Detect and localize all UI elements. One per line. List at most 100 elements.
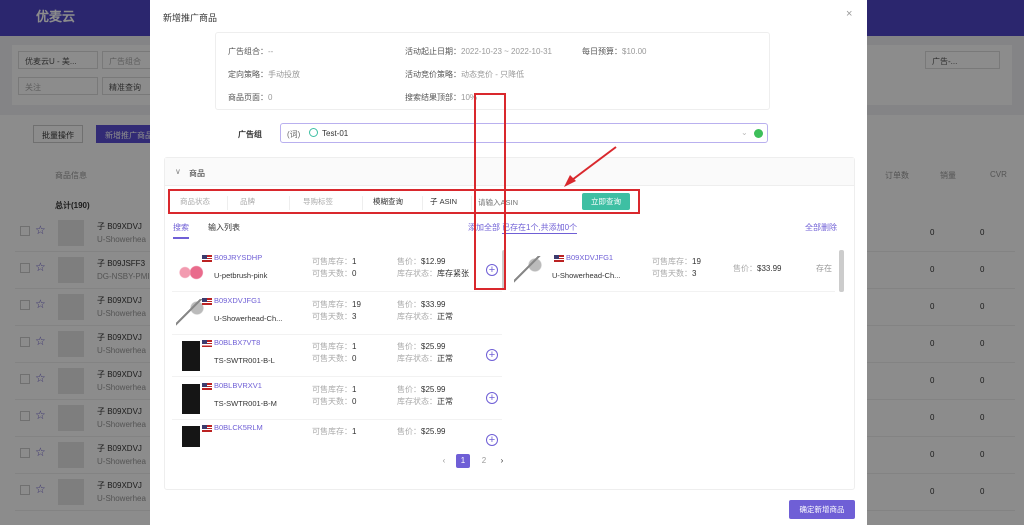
confirm-add-button[interactable]: 确定新增商品 xyxy=(789,500,855,519)
delete-all-link[interactable]: 全部删除 xyxy=(805,222,837,233)
price-label: 售价： xyxy=(397,384,421,394)
section-title: 商品 xyxy=(189,169,205,178)
product-row: B0BLBX7VT8 TS-SWTR001-B-L 可售库存：1 可售天数：0 售价：$… xyxy=(172,335,502,377)
scrollbar[interactable] xyxy=(839,250,844,292)
add-product-icon[interactable]: + xyxy=(486,434,498,446)
ad-group-label: 广告组 xyxy=(238,130,262,139)
asin-link[interactable]: B09XDVJFG1 xyxy=(214,296,261,305)
price-value: $25.99 xyxy=(421,427,446,436)
stock-value: 19 xyxy=(352,299,361,309)
sku: TS-SWTR001-B-L xyxy=(214,356,275,365)
days-label: 可售天数： xyxy=(312,269,352,278)
info-value: 动态竞价 - 只降低 xyxy=(461,70,525,79)
stock-status-label: 库存状态： xyxy=(397,354,437,363)
close-icon[interactable]: × xyxy=(846,8,852,20)
chevron-down-icon: ⌄ xyxy=(741,128,748,137)
days-label: 可售天数： xyxy=(652,269,692,278)
ad-group-name: Test-01 xyxy=(322,129,349,138)
match-type-select[interactable]: 模糊查询 xyxy=(373,196,423,210)
ad-group-type: (词) xyxy=(287,130,301,139)
price-label: 售价： xyxy=(397,257,421,266)
tab-input-list[interactable]: 输入列表 xyxy=(208,222,240,233)
product-row: B09JRYSDHP U-petbrush-pink 可售库存：1 可售天数：0 售价：… xyxy=(172,250,502,292)
stock-status-value: 正常 xyxy=(437,396,453,406)
asin-link[interactable]: B0BLCK5RLM xyxy=(214,423,263,432)
us-flag-icon xyxy=(554,255,564,262)
price-value: $33.99 xyxy=(757,264,782,273)
days-label: 可售天数： xyxy=(312,354,352,363)
days-value: 0 xyxy=(352,269,357,278)
product-row: B09XDVJFG1 U-Showerhead-Ch... 可售库存：19 可售天数：… xyxy=(172,293,502,335)
stock-value: 1 xyxy=(352,257,357,266)
chevron-down-icon[interactable]: ∨ xyxy=(175,167,181,176)
stock-label: 可售库存： xyxy=(652,257,692,266)
selected-row: B09XDVJFG1 U-Showerhead-Ch... 可售库存：19 可售天数：… xyxy=(510,250,835,292)
info-value: 2022-10-23 ~ 2022-10-31 xyxy=(461,47,552,56)
selected-list: B09XDVJFG1 U-Showerhead-Ch... 可售库存：19 可售天数：… xyxy=(510,250,845,447)
days-value: 0 xyxy=(352,354,357,363)
price-value: $25.99 xyxy=(421,384,446,394)
sku: U-petbrush-pink xyxy=(214,271,268,280)
filter-bar: 商品状态 品牌 导购标签 模糊查询 子 ASIN 立即查询 xyxy=(168,189,640,214)
search-results-list: B09JRYSDHP U-petbrush-pink 可售库存：1 可售天数：0 售价：… xyxy=(164,250,504,447)
info-label: 广告组合： xyxy=(228,47,268,56)
price-label: 售价： xyxy=(397,299,421,309)
info-label: 定向策略： xyxy=(228,70,268,79)
status-icon xyxy=(309,128,318,137)
days-label: 可售天数： xyxy=(312,311,352,321)
price-value: $33.99 xyxy=(421,299,446,309)
asin-link[interactable]: B09JRYSDHP xyxy=(214,253,262,262)
price-label: 售价： xyxy=(733,264,757,273)
info-value: 0 xyxy=(268,93,273,102)
price-label: 售价： xyxy=(397,427,421,436)
annotation-arrow xyxy=(564,146,617,187)
ad-group-select[interactable]: (词) Test-01 ⌄ xyxy=(280,123,768,143)
stock-label: 可售库存： xyxy=(312,384,352,394)
product-row: B0BLBVRXV1 TS-SWTR001-B-M 可售库存：1 可售天数：0 售价：$… xyxy=(172,378,502,420)
asin-link[interactable]: B0BLBVRXV1 xyxy=(214,381,262,390)
product-image xyxy=(514,256,544,286)
asin-link[interactable]: B0BLBX7VT8 xyxy=(214,338,260,347)
status-filter[interactable]: 商品状态 xyxy=(180,196,228,210)
info-label: 搜索结果顶部： xyxy=(405,93,461,102)
sku: U-Showerhead-Ch... xyxy=(214,313,283,323)
product-row: B0BLCK5RLM 可售库存：1 售价：$25.99 + xyxy=(172,420,502,447)
stock-value: 1 xyxy=(352,384,357,394)
add-product-icon[interactable]: + xyxy=(486,391,498,404)
us-flag-icon xyxy=(202,425,212,432)
asin-type-select[interactable]: 子 ASIN xyxy=(430,196,472,210)
us-flag-icon xyxy=(202,340,212,347)
info-label: 活动竞价策略： xyxy=(405,70,461,79)
info-label: 商品页面： xyxy=(228,93,268,102)
asin-link[interactable]: B09XDVJFG1 xyxy=(566,253,613,262)
stock-value: 1 xyxy=(352,342,357,351)
info-value: 手动投放 xyxy=(268,70,300,79)
add-product-modal: 新增推广商品 × 广告组合：-- 活动起止日期：2022-10-23 ~ 202… xyxy=(150,0,867,525)
stock-label: 可售库存： xyxy=(312,342,352,351)
days-value: 0 xyxy=(352,396,357,406)
add-product-icon[interactable]: + xyxy=(486,349,498,361)
tab-search[interactable]: 搜索 xyxy=(173,222,189,239)
sku: U-Showerhead-Ch... xyxy=(552,271,621,280)
next-page-button[interactable]: › xyxy=(495,454,509,468)
sku: TS-SWTR001-B-M xyxy=(214,398,277,408)
us-flag-icon xyxy=(202,297,212,305)
check-icon xyxy=(754,129,763,138)
price-value: $25.99 xyxy=(421,342,446,351)
days-value: 3 xyxy=(692,269,697,278)
days-value: 3 xyxy=(352,311,357,321)
page-2-button[interactable]: 2 xyxy=(477,454,491,468)
page-1-button[interactable]: 1 xyxy=(456,454,470,468)
prev-page-button[interactable]: ‹ xyxy=(437,454,451,468)
selection-summary: 已存在1个,共添加0个 xyxy=(502,223,578,234)
stock-status-value: 库存紧张 xyxy=(437,269,469,278)
stock-label: 可售库存： xyxy=(312,299,352,309)
tag-filter[interactable]: 导购标签 xyxy=(303,196,363,210)
brand-filter[interactable]: 品牌 xyxy=(240,196,290,210)
stock-value: 1 xyxy=(352,427,357,436)
stock-status-label: 库存状态： xyxy=(397,311,437,321)
query-button[interactable]: 立即查询 xyxy=(582,193,630,210)
price-label: 售价： xyxy=(397,342,421,351)
us-flag-icon xyxy=(202,255,212,262)
days-label: 可售天数： xyxy=(312,396,352,406)
